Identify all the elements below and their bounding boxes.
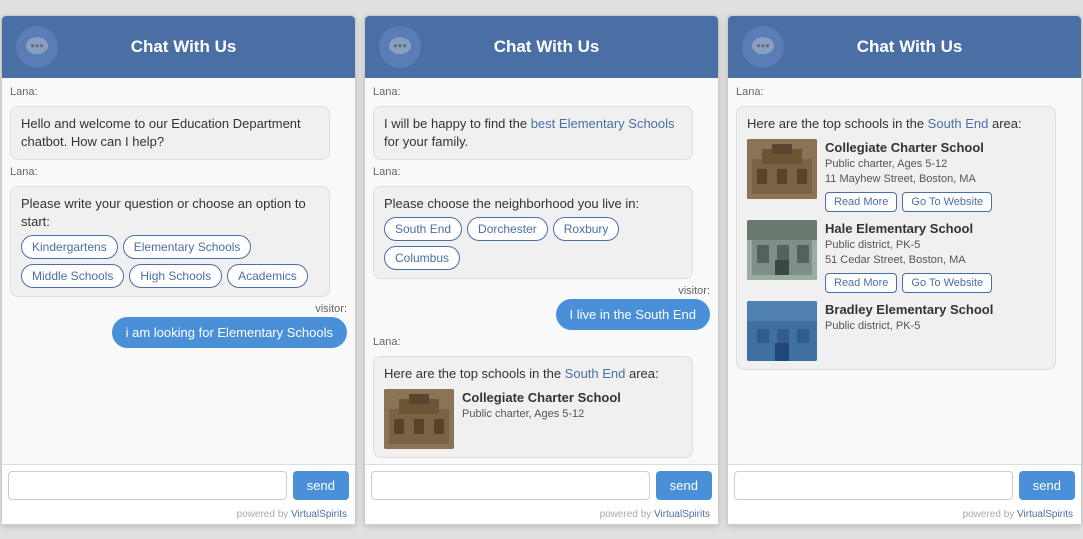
school-btns-hale: Read More Go To Website <box>825 273 1045 293</box>
read-more-collegiate[interactable]: Read More <box>825 192 897 212</box>
chat-messages-2: Lana: I will be happy to find the best E… <box>365 78 718 464</box>
school-name-collegiate: Collegiate Charter School <box>825 139 1045 157</box>
speech-bubble-icon <box>24 34 50 60</box>
bot-bubble-5: Here are the top schools in the South En… <box>373 356 693 458</box>
visitor-bubble-1: i am looking for Elementary Schools <box>112 317 347 348</box>
school-btns-collegiate: Read More Go To Website <box>825 192 1045 212</box>
bot-sender-label-2: Lana: <box>10 166 347 178</box>
school-info-preview: Collegiate Charter School Public charter… <box>462 389 682 423</box>
chat-widget-2: Chat With Us Lana: I will be happy to fi… <box>364 15 719 525</box>
chat-title-3: Chat With Us <box>794 37 1025 57</box>
chat-header-2: Chat With Us <box>365 16 718 78</box>
powered-by-2: powered by VirtualSpirits <box>365 506 718 524</box>
chat-icon-1 <box>16 26 58 68</box>
chat-container: Chat With Us Lana: Hello and welcome to … <box>0 3 1083 537</box>
school-img-preview <box>384 389 454 449</box>
go-to-website-hale[interactable]: Go To Website <box>902 273 992 293</box>
chat-messages-1: Lana: Hello and welcome to our Education… <box>2 78 355 464</box>
go-to-website-collegiate[interactable]: Go To Website <box>902 192 992 212</box>
option-high[interactable]: High Schools <box>129 264 222 288</box>
send-button-3[interactable]: send <box>1019 471 1075 500</box>
school-img-collegiate <box>747 139 817 199</box>
school-info-hale: Hale Elementary School Public district, … <box>825 220 1045 293</box>
school-card-hale: Hale Elementary School Public district, … <box>747 220 1045 293</box>
chat-input-area-3: send <box>728 464 1081 506</box>
chat-icon-3 <box>742 26 784 68</box>
school-type-preview: Public charter, Ages 5-12 <box>462 407 682 422</box>
school-info-collegiate: Collegiate Charter School Public charter… <box>825 139 1045 212</box>
options-row-1: Kindergartens Elementary Schools Middle … <box>21 235 319 288</box>
bot-bubble-2: Please write your question or choose an … <box>10 186 330 297</box>
school-card-collegiate: Collegiate Charter School Public charter… <box>747 139 1045 212</box>
chat-header-3: Chat With Us <box>728 16 1081 78</box>
school-img-bradley <box>747 301 817 361</box>
school-name-bradley: Bradley Elementary School <box>825 301 1045 319</box>
school-card-bradley: Bradley Elementary School Public distric… <box>747 301 1045 361</box>
bot-sender-label-3: Lana: <box>373 86 710 98</box>
school-type-collegiate: Public charter, Ages 5-12 <box>825 157 1045 172</box>
chat-input-3[interactable] <box>734 471 1013 500</box>
chat-input-area-2: send <box>365 464 718 506</box>
option-academics[interactable]: Academics <box>227 264 308 288</box>
bot-sender-label-5: Lana: <box>373 336 710 348</box>
visitor-row-1: visitor: i am looking for Elementary Sch… <box>10 303 347 348</box>
speech-bubble-icon-2 <box>387 34 413 60</box>
option-middle[interactable]: Middle Schools <box>21 264 124 288</box>
option-south-end[interactable]: South End <box>384 217 462 241</box>
chat-widget-1: Chat With Us Lana: Hello and welcome to … <box>1 15 356 525</box>
school-name-hale: Hale Elementary School <box>825 220 1045 238</box>
speech-bubble-icon-3 <box>750 34 776 60</box>
option-kindergartens[interactable]: Kindergartens <box>21 235 118 259</box>
school-address-collegiate: 11 Mayhew Street, Boston, MA <box>825 172 1045 187</box>
school-info-bradley: Bradley Elementary School Public distric… <box>825 301 1045 335</box>
bot-bubble-1: Hello and welcome to our Education Depar… <box>10 106 330 160</box>
chat-input-1[interactable] <box>8 471 287 500</box>
chat-header-1: Chat With Us <box>2 16 355 78</box>
school-type-bradley: Public district, PK-5 <box>825 319 1045 334</box>
powered-by-1: powered by VirtualSpirits <box>2 506 355 524</box>
bot-sender-label-1: Lana: <box>10 86 347 98</box>
read-more-hale[interactable]: Read More <box>825 273 897 293</box>
bot-bubble-3: I will be happy to find the best Element… <box>373 106 693 160</box>
options-row-2: South End Dorchester Roxbury Columbus <box>384 217 682 270</box>
option-dorchester[interactable]: Dorchester <box>467 217 548 241</box>
school-preview: Collegiate Charter School Public charter… <box>384 389 682 449</box>
school-name-preview: Collegiate Charter School <box>462 389 682 407</box>
option-columbus[interactable]: Columbus <box>384 246 460 270</box>
bot-bubble-6: Here are the top schools in the South En… <box>736 106 1056 370</box>
chat-messages-3: Lana: Here are the top schools in the So… <box>728 78 1081 464</box>
school-address-hale: 51 Cedar Street, Boston, MA <box>825 253 1045 268</box>
powered-by-3: powered by VirtualSpirits <box>728 506 1081 524</box>
visitor-label-2: visitor: <box>678 285 710 297</box>
bot-sender-label-4: Lana: <box>373 166 710 178</box>
option-elementary[interactable]: Elementary Schools <box>123 235 252 259</box>
chat-title-1: Chat With Us <box>68 37 299 57</box>
chat-title-2: Chat With Us <box>431 37 662 57</box>
bot-bubble-4: Please choose the neighborhood you live … <box>373 186 693 279</box>
chat-widget-3: Chat With Us Lana: Here are the top scho… <box>727 15 1082 525</box>
visitor-bubble-2: I live in the South End <box>556 299 710 330</box>
school-img-hale <box>747 220 817 280</box>
school-type-hale: Public district, PK-5 <box>825 238 1045 253</box>
chat-input-2[interactable] <box>371 471 650 500</box>
chat-icon-2 <box>379 26 421 68</box>
option-roxbury[interactable]: Roxbury <box>553 217 620 241</box>
visitor-label-1: visitor: <box>315 303 347 315</box>
chat-input-area-1: send <box>2 464 355 506</box>
send-button-2[interactable]: send <box>656 471 712 500</box>
bot-sender-label-6: Lana: <box>736 86 1073 98</box>
send-button-1[interactable]: send <box>293 471 349 500</box>
visitor-row-2: visitor: I live in the South End <box>373 285 710 330</box>
